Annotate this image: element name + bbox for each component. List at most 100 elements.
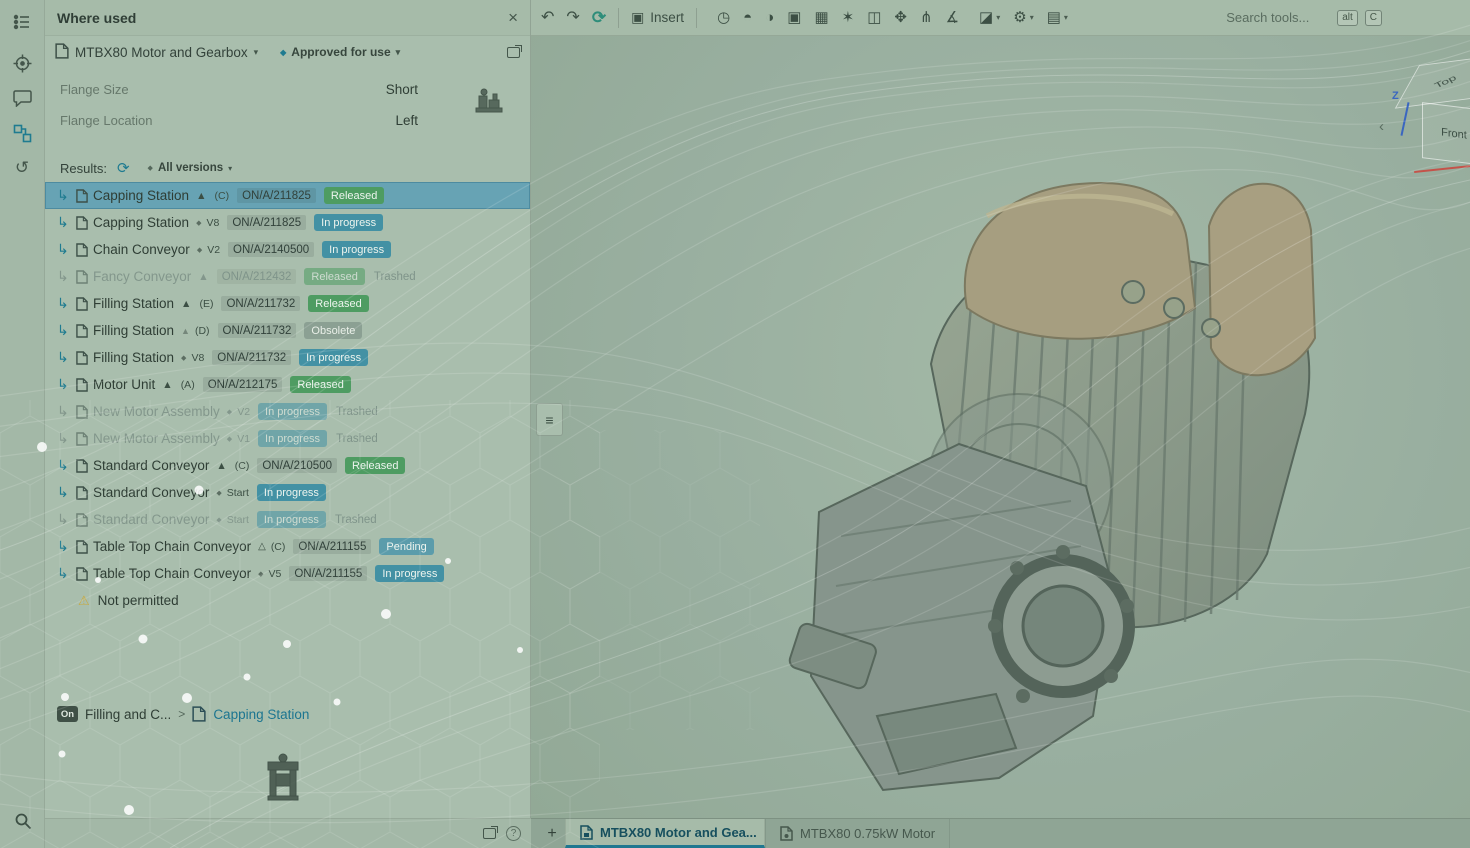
status-badge: In progress xyxy=(375,565,444,582)
feature-list-toggle[interactable]: ≡ xyxy=(536,403,563,436)
close-icon[interactable]: × xyxy=(508,9,518,26)
assembly-doc-icon xyxy=(76,216,88,230)
part-number-chip: ON/A/212432 xyxy=(217,269,297,284)
where-used-icon[interactable] xyxy=(8,119,36,147)
z-axis-label: Z xyxy=(1392,90,1399,102)
search-magnifier-icon[interactable] xyxy=(9,807,37,835)
search-tools: alt C xyxy=(1226,10,1382,26)
redo-icon[interactable]: ↷ xyxy=(566,10,579,26)
document-name[interactable]: MTBX80 Motor and Gearbox xyxy=(75,45,248,60)
chevron-down-icon[interactable]: ▾ xyxy=(254,47,259,58)
refresh-icon[interactable]: ⟳ xyxy=(117,159,130,177)
result-row[interactable]: ↳ Standard Conveyor ▲ (C) ON/A/210500 Re… xyxy=(45,452,530,479)
property-value[interactable]: Short xyxy=(386,82,418,97)
revision-marker-icon: ▲ xyxy=(196,190,206,202)
motor-gearbox-model[interactable] xyxy=(781,156,1341,816)
transform-tool-icon[interactable]: ✥ xyxy=(894,10,907,25)
result-row[interactable]: ↳ Motor Unit ▲ (A) ON/A/212175 Released xyxy=(45,371,530,398)
result-row[interactable]: ↳ Capping Station ◆ V8 ON/A/211825 In pr… xyxy=(45,209,530,236)
history-icon[interactable]: ↺ xyxy=(8,154,36,182)
assembly-doc-icon xyxy=(192,706,206,722)
revision-marker-icon: ◆ xyxy=(216,516,221,524)
result-name: Chain Conveyor xyxy=(93,242,190,257)
insert-part-icon[interactable]: ▣ xyxy=(787,10,801,25)
comments-icon[interactable] xyxy=(8,84,36,112)
revision-marker-icon: ◆ xyxy=(227,435,232,443)
sync-icon[interactable]: ⟳ xyxy=(592,9,606,26)
result-row[interactable]: ↳ Filling Station ◆ V8 ON/A/211732 In pr… xyxy=(45,344,530,371)
result-name: Table Top Chain Conveyor xyxy=(93,539,251,554)
results-header: Results: ⟳ ◆ All versions ▾ xyxy=(45,154,530,182)
tab-bar: + MTBX80 Motor and Gea... MTBX80 0.75kW … xyxy=(531,818,1470,848)
document-selector-row: MTBX80 Motor and Gearbox ▾ ◆ Approved fo… xyxy=(45,36,530,68)
result-row[interactable]: ↳ Fancy Conveyor ▲ ON/A/212432 Released … xyxy=(45,263,530,290)
tab-assembly[interactable]: MTBX80 Motor and Gea... xyxy=(565,819,765,848)
result-row[interactable]: ↳ Filling Station ▲ (E) ON/A/211732 Rele… xyxy=(45,290,530,317)
result-row[interactable]: ↳ Capping Station ▲ (C) ON/A/211825 Rele… xyxy=(45,182,530,209)
versions-filter-dropdown[interactable]: ◆ All versions ▾ xyxy=(148,162,233,174)
revision-marker-icon: ▲ xyxy=(181,326,190,336)
view-cube[interactable]: Top Front Z ‹ xyxy=(1392,60,1470,192)
circular-pattern-icon[interactable]: ✶ xyxy=(842,10,855,25)
branch-arrow-icon: ↳ xyxy=(57,214,76,231)
result-row[interactable]: ↳ New Motor Assembly ◆ V2 In progress Tr… xyxy=(45,398,530,425)
document-state-dropdown[interactable]: ◆ Approved for use ▾ xyxy=(280,45,400,59)
not-permitted-row: ⚠ Not permitted xyxy=(45,587,530,614)
display-options-icon[interactable]: ▤▾ xyxy=(1047,10,1068,25)
3d-viewport[interactable]: ≡ Top Front Z ‹ xyxy=(531,36,1470,818)
appearance-tool-icon[interactable]: ◑ xyxy=(765,10,774,25)
assembly-doc-icon xyxy=(76,297,88,311)
viewcube-top-face[interactable]: Top xyxy=(1395,55,1470,108)
viewcube-rotate-arrow[interactable]: ‹ xyxy=(1379,118,1384,135)
split-tool-icon[interactable]: ⋔ xyxy=(920,10,933,25)
result-name: Standard Conveyor xyxy=(93,512,209,527)
result-row[interactable]: ↳ Standard Conveyor ◆ Start In progress … xyxy=(45,506,530,533)
part-number-chip: ON/A/211155 xyxy=(293,539,371,554)
measure-tool-icon[interactable]: ∡ xyxy=(946,10,959,25)
main-area: ↶ ↷ ⟳ ▣ Insert ◷ ◓ ◑ ▣ ▦ ✶ ◫ ✥ ⋔ ∡ ◪▾ ⚙▾ ▤▾ alt C xyxy=(531,0,1470,848)
assembly-doc-icon xyxy=(76,432,88,446)
structure-icon[interactable] xyxy=(8,8,36,36)
revision-marker-icon: ◆ xyxy=(181,354,186,362)
undo-icon[interactable]: ↶ xyxy=(541,10,554,26)
search-tools-input[interactable] xyxy=(1226,10,1330,25)
mate-connector-icon[interactable] xyxy=(8,49,36,77)
shortcut-key-alt: alt xyxy=(1337,10,1358,26)
result-row[interactable]: ↳ Filling Station ▲ (D) ON/A/211732 Obso… xyxy=(45,317,530,344)
tab-part-studio[interactable]: MTBX80 0.75kW Motor xyxy=(765,819,950,848)
result-name: Filling Station xyxy=(93,323,174,338)
version-diamond-icon: ◆ xyxy=(280,48,286,57)
warning-icon: ⚠ xyxy=(78,593,90,609)
insert-button[interactable]: ▣ Insert xyxy=(631,9,684,26)
popout-icon[interactable] xyxy=(507,47,520,58)
add-tab-button[interactable]: + xyxy=(539,819,565,848)
sphere-primitive-icon[interactable]: ◓ xyxy=(743,10,752,25)
popout-icon[interactable] xyxy=(483,828,496,839)
result-row[interactable]: ↳ Table Top Chain Conveyor △ (C) ON/A/21… xyxy=(45,533,530,560)
part-studio-tab-icon xyxy=(780,826,793,841)
boolean-tool-icon[interactable]: ◫ xyxy=(867,10,881,25)
part-number-chip: ON/A/2140500 xyxy=(228,242,314,257)
configuration-properties: Flange Size Short Flange Location Left xyxy=(45,68,530,136)
revision-marker-icon: ▲ xyxy=(162,379,172,391)
revision-label: V1 xyxy=(237,433,250,445)
result-row[interactable]: ↳ Standard Conveyor ◆ Start In progress xyxy=(45,479,530,506)
viewcube-front-face[interactable]: Front xyxy=(1422,102,1470,166)
help-icon[interactable]: ? xyxy=(506,826,521,841)
named-positions-icon[interactable]: ⚙▾ xyxy=(1013,10,1033,25)
assembly-doc-icon xyxy=(76,486,88,500)
status-badge: Released xyxy=(324,187,384,204)
breadcrumb-root[interactable]: Filling and C... xyxy=(85,707,171,722)
revolve-tool-icon[interactable]: ◷ xyxy=(717,10,730,25)
result-row[interactable]: ↳ New Motor Assembly ◆ V1 In progress Tr… xyxy=(45,425,530,452)
result-row[interactable]: ↳ Table Top Chain Conveyor ◆ V5 ON/A/211… xyxy=(45,560,530,587)
property-value[interactable]: Left xyxy=(395,113,418,128)
linear-pattern-icon[interactable]: ▦ xyxy=(814,10,828,25)
part-number-chip: ON/A/211825 xyxy=(227,215,306,230)
status-badge: In progress xyxy=(257,484,326,501)
section-view-icon[interactable]: ◪▾ xyxy=(979,10,1000,25)
breadcrumb-current[interactable]: Capping Station xyxy=(213,707,309,722)
assembly-doc-icon xyxy=(76,324,88,338)
result-row[interactable]: ↳ Chain Conveyor ◆ V2 ON/A/2140500 In pr… xyxy=(45,236,530,263)
status-badge: Released xyxy=(290,376,350,393)
